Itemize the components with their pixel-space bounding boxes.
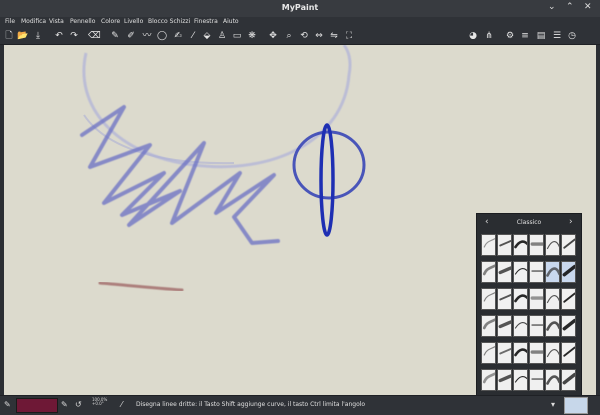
brush-bulk[interactable]	[481, 288, 496, 310]
freehand-icon[interactable]: ✍	[172, 30, 184, 42]
brush-blend[interactable]	[513, 261, 528, 283]
fit-icon[interactable]: ⇔	[313, 30, 325, 42]
brush-pastel[interactable]	[545, 315, 560, 337]
menu-file[interactable]: File	[5, 18, 15, 25]
brush-glaze[interactable]	[513, 369, 528, 391]
preview-menu-icon[interactable]: ▾	[551, 400, 555, 409]
brush-spray[interactable]	[481, 315, 496, 337]
picker-icon[interactable]: ⁄	[187, 30, 199, 42]
menu-blocco-schizzi[interactable]: Blocco Schizzi	[148, 18, 190, 25]
brush-hard[interactable]	[561, 369, 576, 391]
symmetry-icon[interactable]: ❋	[246, 30, 258, 42]
reset-icon[interactable]: ↺	[75, 400, 82, 409]
brush-knife[interactable]	[481, 261, 496, 283]
brush-ink[interactable]	[513, 234, 528, 256]
ellipse-icon[interactable]: ◯	[156, 30, 168, 42]
brush-wet[interactable]	[481, 369, 496, 391]
color-wheel-icon[interactable]: ◕	[467, 30, 479, 42]
brush-short[interactable]	[497, 315, 512, 337]
menu-bar: File Modifica Vista Pennello Colore Live…	[0, 17, 600, 29]
line-mode-icon: ⁄	[121, 400, 123, 409]
brush-leaf[interactable]	[561, 315, 576, 337]
status-message: Disegna linee dritte: il Tasto Shift agg…	[136, 401, 366, 408]
brush-tape[interactable]	[561, 261, 576, 283]
menu-aiuto[interactable]: Aiuto	[223, 18, 239, 25]
save-icon[interactable]: ⤓	[32, 30, 44, 42]
brush-water[interactable]	[545, 369, 560, 391]
brush-cloud[interactable]	[529, 369, 544, 391]
brush-marker[interactable]	[529, 234, 544, 256]
history-icon[interactable]: ☰	[551, 30, 563, 42]
clock-icon[interactable]: ◷	[566, 30, 578, 42]
brush-bristle[interactable]	[513, 288, 528, 310]
brush-fur[interactable]	[529, 261, 544, 283]
brush-texture[interactable]	[513, 342, 528, 364]
brush-dots[interactable]	[545, 288, 560, 310]
brush-list-icon[interactable]: ⋔	[483, 30, 495, 42]
brush-indicator-icon[interactable]: ✎	[4, 400, 11, 409]
undo-icon[interactable]: ↶	[53, 30, 65, 42]
menu-colore[interactable]: Colore	[101, 18, 120, 25]
ink-icon[interactable]: ✐	[125, 30, 137, 42]
menu-vista[interactable]: Vista	[49, 18, 64, 25]
maximize-button[interactable]: ⌃	[566, 2, 574, 12]
open-file-icon[interactable]: 📂	[17, 30, 29, 42]
zoom-readout: 100.0% +0.0°	[92, 398, 107, 406]
brush-brush[interactable]	[545, 234, 560, 256]
brush-charcoal[interactable]	[481, 234, 496, 256]
brush-rough[interactable]	[497, 288, 512, 310]
brush-flat[interactable]	[497, 369, 512, 391]
brush-dual[interactable]	[529, 342, 544, 364]
frame-icon[interactable]: ▭	[231, 30, 243, 42]
brush-calligraph[interactable]	[545, 342, 560, 364]
canvas-preview-thumbnail[interactable]	[564, 397, 588, 414]
mirror-icon[interactable]: ⇋	[328, 30, 340, 42]
brush-panel-header: ‹ Classico ›	[477, 217, 581, 229]
brush-soft[interactable]	[497, 342, 512, 364]
close-button[interactable]: ✕	[584, 2, 592, 12]
menu-finestra[interactable]: Finestra	[194, 18, 218, 25]
brush-sketch[interactable]	[545, 261, 560, 283]
brush-fill[interactable]	[481, 342, 496, 364]
brush-long[interactable]	[513, 315, 528, 337]
window-title: MyPaint	[281, 3, 319, 12]
brush-group-title: Classico	[516, 219, 542, 226]
brush-smudge[interactable]	[497, 261, 512, 283]
brush-pen[interactable]	[561, 234, 576, 256]
toolbar: 🗋 📂 ⤓ ↶ ↷ ⌫ ✎ ✐ 〰 ◯ ✍ ⁄ ⬙ ♙ ▭ ❋ ✥ ⌕ ⟲ ⇔ …	[0, 29, 600, 45]
menu-livello[interactable]: Livello	[124, 18, 143, 25]
menu-pennello[interactable]: Pennello	[70, 18, 95, 25]
brush-panel: ‹ Classico ›	[476, 213, 582, 397]
title-bar: MyPaint ⌄ ⌃ ✕	[0, 0, 600, 17]
scratchpad-icon[interactable]: ▤	[535, 30, 547, 42]
settings-icon[interactable]: ⚙	[504, 30, 516, 42]
stamp-icon[interactable]: ♙	[216, 30, 228, 42]
brush-pencil[interactable]	[497, 234, 512, 256]
new-file-icon[interactable]: 🗋	[3, 30, 15, 42]
redo-icon[interactable]: ↷	[68, 30, 80, 42]
move-icon[interactable]: ✥	[267, 30, 279, 42]
next-group-button[interactable]: ›	[569, 217, 573, 227]
minimize-button[interactable]: ⌄	[548, 2, 556, 12]
brush-chalk[interactable]	[561, 288, 576, 310]
rotation-level: +0.0°	[92, 401, 104, 406]
zoom-icon[interactable]: ⌕	[283, 30, 295, 42]
edit-color-icon[interactable]: ✎	[61, 400, 68, 409]
current-color-swatch[interactable]	[16, 398, 58, 413]
brush-dry[interactable]	[529, 288, 544, 310]
fill-icon[interactable]: ⬙	[201, 30, 213, 42]
menu-modifica[interactable]: Modifica	[21, 18, 46, 25]
brush-tool-icon[interactable]: ✎	[109, 30, 121, 42]
fullscreen-icon[interactable]: ⛶	[343, 30, 355, 42]
layers-icon[interactable]: ≡	[519, 30, 531, 42]
brush-smear[interactable]	[561, 342, 576, 364]
brush-ink2[interactable]	[529, 315, 544, 337]
lines-icon[interactable]: 〰	[141, 30, 153, 42]
eraser-icon[interactable]: ⌫	[88, 30, 101, 42]
rotate-icon[interactable]: ⟲	[298, 30, 310, 42]
